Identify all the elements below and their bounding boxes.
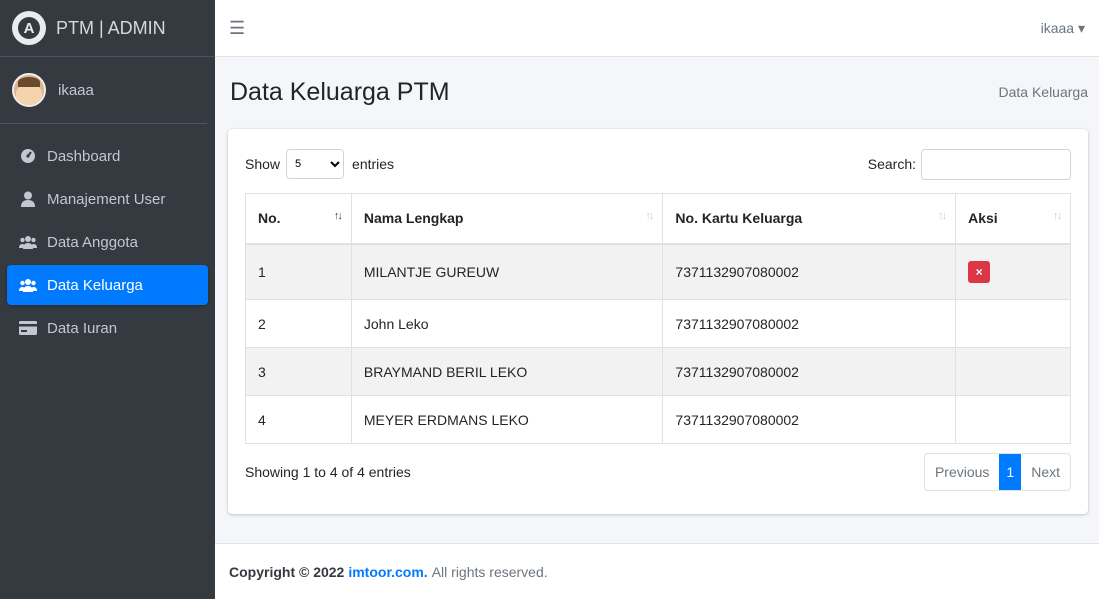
rights-text: All rights reserved. [431,563,548,580]
entries-label: entries [352,156,395,172]
sort-icon: ↑↓ [938,210,947,222]
search-control: Search: [867,148,1071,180]
cell-no: 1 [245,243,352,300]
page-1-button[interactable]: 1 [999,454,1022,490]
breadcrumb: Data Keluarga [998,84,1088,100]
brand-title: PTM | ADMIN [56,17,166,38]
user-dropdown[interactable]: ikaaa ▾ [1041,20,1085,37]
sidebar: A PTM | ADMIN ikaaa Dashboard Manajement… [0,0,215,599]
column-header-aksi[interactable]: Aksi ↑↓ [955,193,1071,245]
sidebar-item-label: Data Iuran [47,319,118,337]
cell-aksi [955,395,1071,444]
previous-button[interactable]: Previous [925,454,999,490]
sidebar-item-label: Data Anggota [47,233,138,251]
keluarga-table: No. ↑↓ Nama Lengkap ↑↓ No. Kartu Keluarg… [245,193,1071,444]
user-icon [19,191,37,207]
copyright-text: Copyright © 2022 [229,563,345,580]
data-table-card: Show 5 entries Search: No. ↑↓ Nama Lengk… [228,129,1088,514]
top-navbar: ☰ ikaaa ▾ [215,0,1099,57]
users-icon [19,278,37,292]
next-button[interactable]: Next [1021,454,1070,490]
sidebar-item-label: Manajement User [47,190,166,208]
page-length-select[interactable]: 5 [286,149,345,179]
show-label: Show [245,156,281,172]
column-header-kk[interactable]: No. Kartu Keluarga ↑↓ [662,193,957,245]
sidebar-item-dashboard[interactable]: Dashboard [7,136,208,176]
sidebar-item-data-anggota[interactable]: Data Anggota [7,222,208,262]
cell-no: 2 [245,299,352,348]
delete-button[interactable]: × [968,260,991,283]
sidebar-item-label: Data Keluarga [47,276,143,294]
search-label: Search: [867,156,916,172]
table-row: 3 BRAYMAND BERIL LEKO 7371132907080002 [245,347,1071,396]
hamburger-menu-icon[interactable]: ☰ [229,18,245,39]
content-header: Data Keluarga PTM Data Keluarga [215,57,1099,127]
users-icon [19,235,37,249]
sidebar-item-manajement-user[interactable]: Manajement User [7,179,208,219]
cell-aksi [955,299,1071,348]
cell-no: 3 [245,347,352,396]
sidebar-item-data-iuran[interactable]: Data Iuran [7,308,208,348]
brand-logo-icon: A [12,11,46,45]
cell-kk: 7371132907080002 [662,299,957,348]
avatar [12,73,46,107]
page-title: Data Keluarga PTM [230,77,450,106]
table-row: 4 MEYER ERDMANS LEKO 7371132907080002 [245,395,1071,444]
sort-icon: ↑↓ [1053,210,1062,222]
table-row: 1 MILANTJE GUREUW 7371132907080002 × [245,243,1071,300]
user-panel[interactable]: ikaaa [0,57,207,124]
cell-nama: John Leko [350,299,664,348]
cell-kk: 7371132907080002 [662,395,957,444]
table-info: Showing 1 to 4 of 4 entries [245,464,411,480]
cell-aksi [955,347,1071,396]
cell-kk: 7371132907080002 [662,347,957,396]
user-name: ikaaa [58,81,94,99]
brand-link[interactable]: A PTM | ADMIN [0,0,215,57]
sort-asc-icon: ↑↓ [333,210,343,222]
cell-aksi: × [955,243,1071,300]
page-length-control: Show 5 entries [245,149,394,179]
cell-nama: BRAYMAND BERIL LEKO [350,347,664,396]
cell-nama: MEYER ERDMANS LEKO [350,395,664,444]
sidebar-nav: Dashboard Manajement User Data Anggota D… [0,124,215,348]
table-row: 2 John Leko 7371132907080002 [245,299,1071,348]
sort-icon: ↑↓ [645,210,654,222]
pagination: Previous 1 Next [923,453,1071,491]
dashboard-icon [19,148,37,164]
cell-nama: MILANTJE GUREUW [350,243,664,300]
footer: Copyright © 2022 imtoor.com. All rights … [215,543,1099,599]
sidebar-item-label: Dashboard [47,147,121,165]
card-icon [19,321,37,335]
column-header-no[interactable]: No. ↑↓ [245,193,352,245]
search-input[interactable] [921,148,1071,180]
footer-link[interactable]: imtoor.com. [348,564,427,580]
cell-no: 4 [245,395,352,444]
column-header-nama[interactable]: Nama Lengkap ↑↓ [350,193,664,245]
cell-kk: 7371132907080002 [662,243,957,300]
sidebar-item-data-keluarga[interactable]: Data Keluarga [7,265,208,305]
